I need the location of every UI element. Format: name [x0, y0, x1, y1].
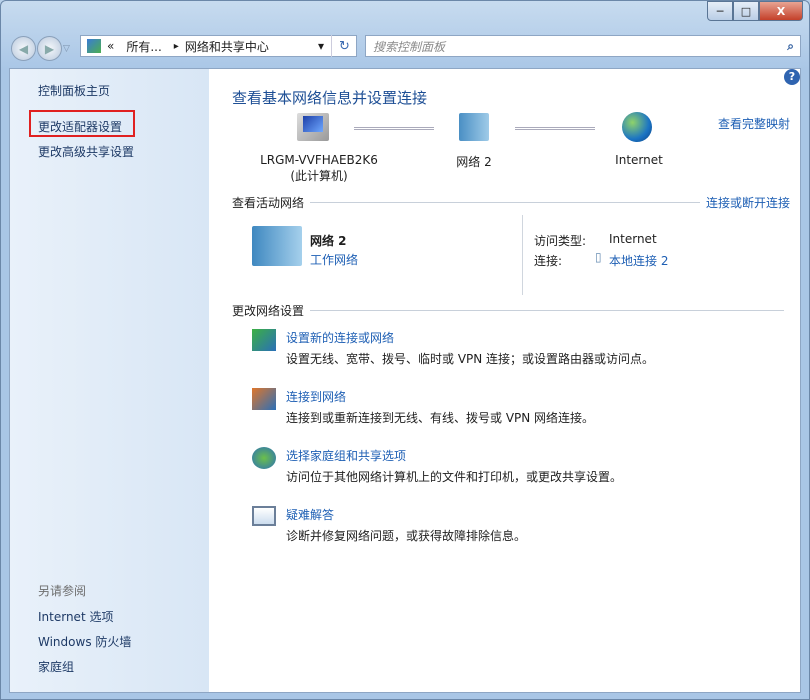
content-area: 控制面板主页 更改适配器设置 更改高级共享设置 另请参阅 Internet 选项… — [9, 68, 801, 693]
homegroup-icon — [252, 447, 276, 469]
task-description: 访问位于其他网络计算机上的文件和打印机，或更改共享设置。 — [286, 468, 622, 485]
main-panel: ? 查看基本网络信息并设置连接 查看完整映射 LRGM-VVFHAEB2K6(此… — [209, 69, 800, 692]
refresh-button[interactable]: ↻ — [331, 35, 357, 57]
access-type-value: Internet — [609, 232, 657, 246]
address-bar[interactable]: « 所有... ▸ 网络和共享中心 ▾ — [80, 35, 357, 57]
network-building-icon — [252, 226, 302, 266]
connection-line — [515, 127, 595, 130]
search-input[interactable]: 搜索控制面板 ⌕ — [365, 35, 801, 57]
sidebar-item-homegroup[interactable]: 家庭组 — [38, 658, 74, 675]
task-link[interactable]: 选择家庭组和共享选项 — [286, 447, 406, 464]
search-icon[interactable]: ⌕ — [787, 39, 794, 54]
view-full-map-link[interactable]: 查看完整映射 — [718, 115, 790, 132]
breadcrumb-all[interactable]: 所有... — [126, 38, 161, 55]
help-icon[interactable]: ? — [784, 69, 800, 85]
sidebar: 控制面板主页 更改适配器设置 更改高级共享设置 另请参阅 Internet 选项… — [10, 69, 209, 692]
see-also-heading: 另请参阅 — [38, 582, 86, 599]
task-description: 设置无线、宽带、拨号、临时或 VPN 连接；或设置路由器或访问点。 — [286, 350, 654, 367]
connection-line — [354, 127, 434, 130]
search-placeholder: 搜索控制面板 — [373, 38, 445, 55]
sidebar-item-control-panel-home[interactable]: 控制面板主页 — [38, 82, 110, 99]
control-panel-icon — [87, 39, 101, 53]
new-connection-icon — [252, 329, 276, 351]
network-icon[interactable] — [459, 113, 489, 141]
forward-button[interactable]: ▶ — [37, 36, 62, 61]
ethernet-icon: ▯ — [595, 250, 602, 264]
task-link[interactable]: 疑难解答 — [286, 506, 334, 523]
connect-disconnect-link[interactable]: 连接或断开连接 — [706, 194, 790, 211]
connection-label: 连接: — [534, 252, 562, 269]
sidebar-item-adapter-settings[interactable]: 更改适配器设置 — [38, 118, 122, 135]
map-computer: LRGM-VVFHAEB2K6(此计算机) — [239, 153, 399, 184]
window: ─ □ X ◀ ▶ ▽ « 所有... ▸ 网络和共享中心 ▾ ↻ 搜索控制面板… — [0, 0, 810, 700]
breadcrumb-current[interactable]: 网络和共享中心 — [185, 38, 269, 55]
page-title: 查看基本网络信息并设置连接 — [232, 87, 427, 108]
recent-pages-icon[interactable]: ▽ — [63, 44, 70, 54]
address-dropdown[interactable]: ▾ — [318, 39, 324, 53]
breadcrumb-overflow[interactable]: « — [107, 39, 114, 53]
troubleshoot-icon — [252, 506, 276, 526]
back-button[interactable]: ◀ — [11, 36, 36, 61]
internet-globe-icon[interactable] — [622, 112, 652, 142]
task-description: 诊断并修复网络问题，或获得故障排除信息。 — [286, 527, 526, 544]
sidebar-item-firewall[interactable]: Windows 防火墙 — [38, 633, 131, 650]
sidebar-item-advanced-sharing[interactable]: 更改高级共享设置 — [38, 143, 134, 160]
access-type-label: 访问类型: — [534, 232, 586, 249]
connect-network-icon — [252, 388, 276, 410]
map-network: 网络 2 — [434, 153, 514, 170]
minimize-button[interactable]: ─ — [707, 1, 733, 21]
change-settings-header: 更改网络设置 — [232, 302, 790, 319]
active-networks-header: 查看活动网络 连接或断开连接 — [232, 194, 790, 211]
computer-icon[interactable] — [297, 113, 329, 141]
sidebar-item-internet-options[interactable]: Internet 选项 — [38, 608, 113, 625]
task-link[interactable]: 连接到网络 — [286, 388, 346, 405]
breadcrumb-separator[interactable]: ▸ — [174, 41, 179, 52]
task-link[interactable]: 设置新的连接或网络 — [286, 329, 394, 346]
active-network-name: 网络 2 — [310, 232, 347, 249]
task-description: 连接到或重新连接到无线、有线、拨号或 VPN 网络连接。 — [286, 409, 594, 426]
network-type-link[interactable]: 工作网络 — [310, 251, 358, 268]
divider — [522, 215, 523, 295]
close-button[interactable]: X — [759, 1, 803, 21]
maximize-button[interactable]: □ — [733, 1, 759, 21]
section-title: 查看活动网络 — [232, 194, 304, 211]
section-title: 更改网络设置 — [232, 302, 304, 319]
map-internet: Internet — [599, 153, 679, 167]
local-connection-link[interactable]: 本地连接 2 — [609, 252, 668, 269]
